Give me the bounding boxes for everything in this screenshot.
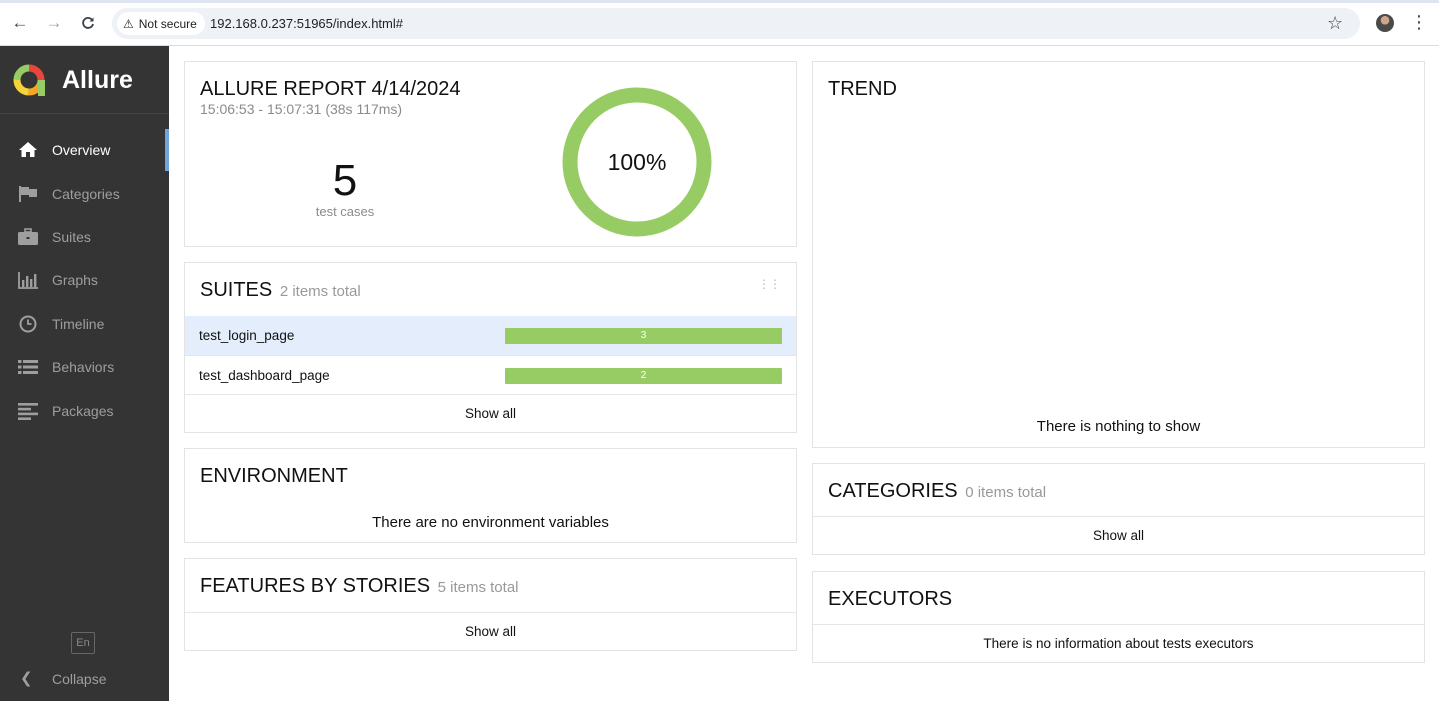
home-icon: [19, 142, 37, 157]
sidebar-item-categories[interactable]: Categories: [0, 173, 169, 215]
sidebar-item-packages[interactable]: Packages: [0, 390, 169, 432]
forward-icon[interactable]: →: [43, 12, 65, 34]
reload-icon[interactable]: [77, 12, 99, 34]
suites-count: 2 items total: [279, 283, 361, 300]
trend-empty-message: There is nothing to show: [1036, 418, 1201, 435]
categories-title-text: CATEGORIES: [828, 480, 958, 502]
clock-icon: [19, 315, 37, 333]
url-text[interactable]: 192.168.0.237:51965/index.html#: [210, 16, 403, 31]
sidebar-item-suites[interactable]: Suites: [0, 216, 169, 258]
bar-chart-icon: [18, 272, 38, 289]
sidebar-item-label: Graphs: [52, 272, 98, 288]
sidebar-item-label: Behaviors: [52, 359, 115, 375]
categories-count: 0 items total: [965, 484, 1047, 501]
flag-icon: [19, 186, 37, 202]
sidebar-item-behaviors[interactable]: Behaviors: [0, 346, 169, 388]
brand[interactable]: Allure: [0, 46, 169, 114]
features-count: 5 items total: [437, 579, 519, 596]
executors-widget: EXECUTORS There is no information about …: [812, 571, 1425, 663]
list-icon: [18, 360, 38, 374]
profile-avatar[interactable]: [1376, 14, 1394, 32]
bookmark-star-icon[interactable]: ☆: [1327, 13, 1343, 34]
report-time-range: 15:06:53 - 15:07:31 (38s 117ms): [200, 101, 403, 117]
browser-menu-icon[interactable]: ⋮: [1410, 12, 1428, 32]
features-widget: FEATURES BY STORIES 5 items total Show a…: [184, 558, 797, 651]
tab-strip-edge: [0, 0, 1439, 3]
suites-show-all-link[interactable]: Show all: [185, 406, 796, 421]
divider: [185, 612, 796, 613]
drag-handle-icon[interactable]: ⋮⋮: [758, 277, 781, 291]
sidebar-item-label: Overview: [52, 142, 111, 158]
suite-row[interactable]: test_login_page 3: [185, 316, 796, 355]
pass-rate-label: 100%: [607, 149, 667, 175]
sidebar-item-label: Timeline: [52, 316, 105, 332]
language-button[interactable]: En: [71, 632, 95, 654]
suites-widget: SUITES 2 items total ⋮⋮ test_login_page …: [184, 262, 797, 433]
security-chip[interactable]: ⚠ Not secure: [117, 12, 205, 35]
briefcase-icon: [18, 228, 38, 245]
environment-empty-message: There are no environment variables: [372, 514, 609, 531]
categories-show-all-link[interactable]: Show all: [813, 528, 1424, 543]
trend-title: TREND: [828, 78, 897, 100]
trend-widget: TREND There is nothing to show: [812, 61, 1425, 448]
executors-title: EXECUTORS: [828, 588, 953, 610]
sidebar-item-label: Packages: [52, 403, 114, 419]
suite-passed-bar[interactable]: 2: [505, 368, 782, 384]
categories-title: CATEGORIES 0 items total: [828, 480, 1046, 503]
sidebar: Allure Overview Categories Suites Graphs…: [0, 46, 169, 701]
sidebar-item-label: Categories: [52, 186, 120, 202]
test-cases-count: 5: [332, 156, 358, 205]
report-title: ALLURE REPORT 4/14/2024: [200, 78, 461, 100]
active-indicator: [165, 129, 169, 171]
sidebar-item-timeline[interactable]: Timeline: [0, 303, 169, 345]
divider: [185, 394, 796, 395]
sidebar-item-graphs[interactable]: Graphs: [0, 259, 169, 301]
executors-empty-message: There is no information about tests exec…: [983, 636, 1254, 651]
security-label: Not secure: [138, 16, 197, 31]
test-cases-label: test cases: [315, 204, 375, 219]
suites-title-text: SUITES: [200, 279, 273, 301]
address-bar[interactable]: ⚠ Not secure 192.168.0.237:51965/index.h…: [112, 8, 1360, 39]
collapse-label: Collapse: [52, 671, 107, 687]
environment-widget: ENVIRONMENT There are no environment var…: [184, 448, 797, 543]
divider: [813, 516, 1424, 517]
align-left-icon: [18, 403, 38, 420]
collapse-button[interactable]: ❮ Collapse: [0, 662, 169, 692]
allure-logo-icon: [13, 64, 45, 96]
suite-passed-bar[interactable]: 3: [505, 328, 782, 344]
sidebar-item-label: Suites: [52, 229, 91, 245]
environment-title: ENVIRONMENT: [200, 465, 348, 487]
features-title: FEATURES BY STORIES 5 items total: [200, 575, 519, 598]
brand-name: Allure: [62, 66, 133, 94]
suite-row[interactable]: test_dashboard_page 2: [185, 356, 796, 395]
divider: [813, 624, 1424, 625]
suite-name: test_login_page: [199, 328, 295, 343]
categories-widget: CATEGORIES 0 items total Show all: [812, 463, 1425, 555]
suites-title: SUITES 2 items total: [200, 279, 361, 302]
sidebar-item-overview[interactable]: Overview: [0, 129, 169, 171]
features-show-all-link[interactable]: Show all: [185, 624, 796, 639]
warning-icon: ⚠: [123, 16, 134, 31]
browser-toolbar: ← → ⚠ Not secure 192.168.0.237:51965/ind…: [0, 0, 1439, 46]
summary-widget: ALLURE REPORT 4/14/2024 15:06:53 - 15:07…: [184, 61, 797, 247]
suite-name: test_dashboard_page: [199, 368, 330, 383]
features-title-text: FEATURES BY STORIES: [200, 575, 431, 597]
back-icon[interactable]: ←: [9, 12, 31, 34]
chevron-left-icon: ❮: [20, 670, 33, 687]
